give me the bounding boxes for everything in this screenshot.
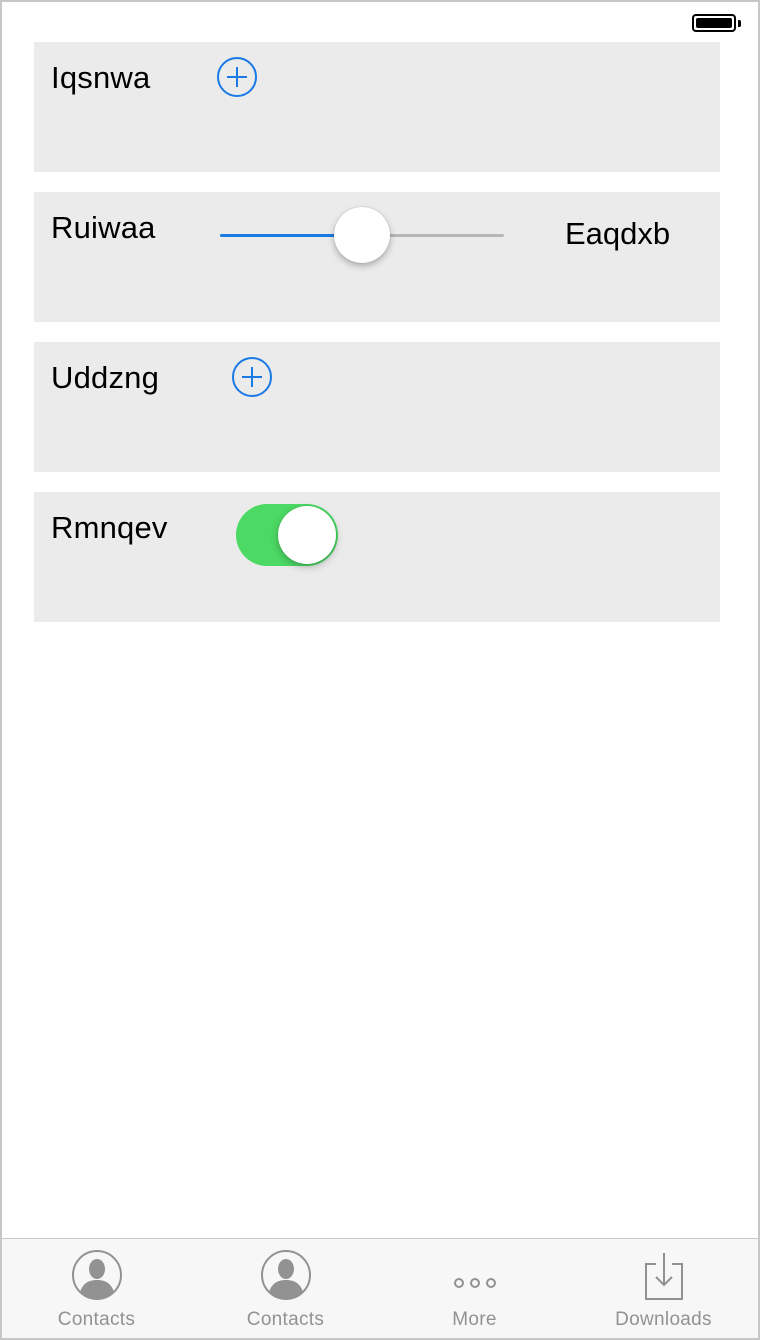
download-icon	[644, 1253, 683, 1300]
row-label: Iqsnwa	[51, 60, 151, 95]
phone-screen: Iqsnwa Ruiwaa Eaqdxb Uddzng Rmnqev Conta…	[0, 0, 760, 1340]
settings-row-iqsnwa: Iqsnwa	[34, 42, 720, 172]
tab-label: More	[452, 1309, 497, 1330]
tab-label: Downloads	[615, 1309, 712, 1330]
tab-label: Contacts	[246, 1309, 325, 1330]
battery-icon	[692, 14, 736, 32]
slider-thumb[interactable]	[334, 207, 390, 263]
plus-circle-icon[interactable]	[217, 57, 257, 97]
contact-icon	[71, 1250, 122, 1300]
settings-row-uddzng: Uddzng	[34, 342, 720, 472]
tab-contacts-1[interactable]: Contacts	[2, 1239, 191, 1338]
tab-downloads[interactable]: Downloads	[569, 1239, 758, 1338]
tab-more[interactable]: More	[380, 1239, 569, 1338]
row-label: Rmnqev	[51, 510, 168, 545]
settings-row-ruiwaa: Ruiwaa Eaqdxb	[34, 192, 720, 322]
contact-icon	[260, 1250, 311, 1300]
row-label: Ruiwaa	[51, 210, 156, 245]
slider-value-label: Eaqdxb	[565, 216, 671, 251]
settings-row-rmnqev: Rmnqev	[34, 492, 720, 622]
status-bar	[2, 2, 758, 42]
row-label: Uddzng	[51, 360, 160, 395]
tab-label: Contacts	[57, 1309, 136, 1330]
value-slider[interactable]	[220, 206, 504, 264]
battery-tip	[738, 20, 741, 27]
tab-bar: Contacts Contacts More Downloads	[2, 1238, 758, 1338]
tab-contacts-2[interactable]: Contacts	[191, 1239, 380, 1338]
toggle-knob	[278, 506, 336, 564]
more-icon	[453, 1278, 496, 1288]
toggle-switch[interactable]	[236, 504, 338, 566]
plus-circle-icon[interactable]	[232, 357, 272, 397]
